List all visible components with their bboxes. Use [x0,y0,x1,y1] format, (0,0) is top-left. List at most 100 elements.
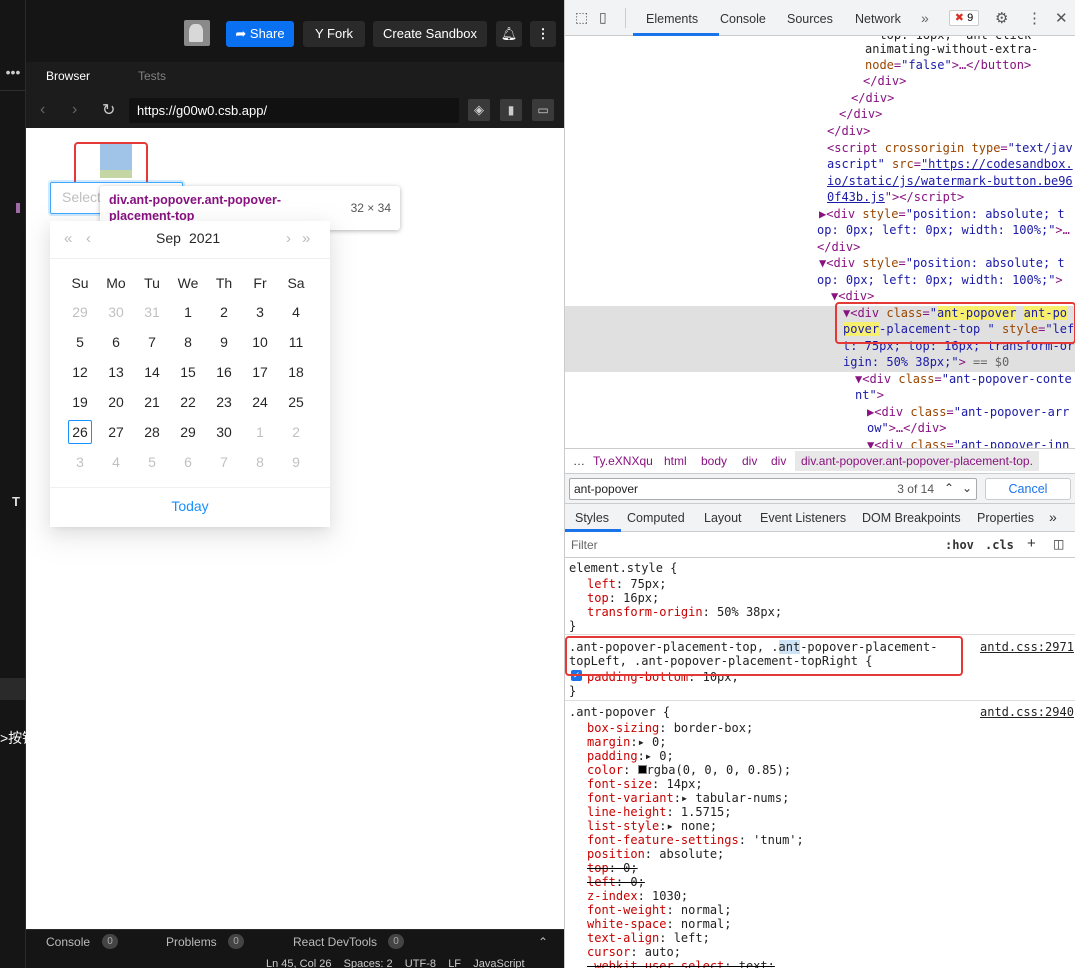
tab-browser[interactable]: Browser [46,69,90,83]
calendar-day[interactable]: 6 [98,330,134,354]
split-view-icon[interactable]: ▮ [500,99,522,121]
calendar-day[interactable]: 13 [98,360,134,384]
cls-button[interactable]: .cls [985,538,1014,552]
calendar-day[interactable]: 18 [278,360,314,384]
close-icon[interactable]: ✕ [1055,9,1068,27]
tab-console[interactable]: Console [720,12,766,26]
menu-icon[interactable]: ⋮ [530,21,556,47]
calendar-day[interactable]: 2 [206,300,242,324]
tab-computed[interactable]: Computed [627,511,685,525]
back-icon[interactable]: ‹ [40,101,45,119]
calendar-day[interactable]: 26 [68,420,92,444]
hov-button[interactable]: :hov [945,538,974,552]
calendar-day[interactable]: 5 [62,330,98,354]
tab-layout[interactable]: Layout [704,511,742,525]
codesandbox-icon[interactable]: ◈ [468,99,490,121]
url-input[interactable]: https://g00w0.csb.app/ [129,98,459,123]
calendar-day[interactable]: 3 [242,300,278,324]
today-button[interactable]: Today [50,498,330,514]
tab-elements[interactable]: Elements [646,12,698,26]
calendar-day[interactable]: 23 [206,390,242,414]
calendar-day[interactable]: 9 [206,330,242,354]
prev-year-icon[interactable]: « [64,230,72,247]
create-sandbox-button[interactable]: Create Sandbox [373,21,487,47]
filter-input[interactable]: Filter [571,538,598,552]
device-icon[interactable]: ▯ [599,9,607,26]
calendar-day[interactable]: 25 [278,390,314,414]
gear-icon[interactable]: ⚙ [995,9,1008,27]
calendar-day[interactable]: 15 [170,360,206,384]
calendar-day[interactable]: 1 [170,300,206,324]
console-tab[interactable]: Console [46,935,90,949]
tab-event-listeners[interactable]: Event Listeners [760,511,846,525]
rule-source-link[interactable]: antd.css:2971 [980,640,1074,654]
calendar-day[interactable]: 12 [62,360,98,384]
problems-tab[interactable]: Problems [166,935,217,949]
next-month-icon[interactable]: › [286,230,291,247]
cancel-button[interactable]: Cancel [985,478,1071,500]
weekday-header: Sa [287,275,305,291]
calendar-day[interactable]: 5 [134,450,170,474]
prev-month-icon[interactable]: ‹ [86,230,91,247]
calendar-day[interactable]: 24 [242,390,278,414]
calendar-day[interactable]: 31 [134,300,170,324]
react-devtools-tab[interactable]: React DevTools [293,935,377,949]
more-tabs-icon[interactable]: » [1049,509,1057,525]
tab-styles[interactable]: Styles [575,511,609,525]
search-up-icon[interactable]: ⌃ [944,481,954,495]
rule-source-link[interactable]: antd.css:2940 [980,705,1074,719]
refresh-icon[interactable]: ↻ [102,100,115,120]
calendar-day[interactable]: 28 [134,420,170,444]
error-badge[interactable]: ✖ 9 [949,10,979,26]
calendar-day[interactable]: 7 [206,450,242,474]
calendar-day[interactable]: 8 [170,330,206,354]
bell-icon[interactable]: 🔔︎ [496,21,522,47]
month-label[interactable]: Sep [156,230,181,246]
year-label[interactable]: 2021 [189,230,220,246]
tab-dom-breakpoints[interactable]: DOM Breakpoints [862,511,961,525]
search-down-icon[interactable]: ⌄ [962,481,972,495]
forward-icon[interactable]: › [72,101,77,119]
new-window-icon[interactable]: ▭ [532,99,554,121]
calendar-day[interactable]: 4 [278,300,314,324]
calendar-day[interactable]: 19 [62,390,98,414]
calendar-day[interactable]: 10 [242,330,278,354]
share-button[interactable]: ➦ Share [226,21,294,47]
tab-properties[interactable]: Properties [977,511,1034,525]
calendar-day[interactable]: 3 [62,450,98,474]
calendar-day[interactable]: 9 [278,450,314,474]
calendar-day[interactable]: 27 [98,420,134,444]
more-icon[interactable]: ••• [0,65,26,82]
fork-button[interactable]: Y Fork [303,21,365,47]
dom-search-input[interactable]: ant-popover 3 of 14 ⌃ ⌄ [569,478,977,500]
calendar-day[interactable]: 1 [242,420,278,444]
calendar-day[interactable]: 8 [242,450,278,474]
calendar-day[interactable]: 14 [134,360,170,384]
avatar[interactable] [184,20,210,46]
calendar-day[interactable]: 21 [134,390,170,414]
calendar-day[interactable]: 17 [242,360,278,384]
more-tabs-icon[interactable]: » [921,10,929,26]
next-year-icon[interactable]: » [302,230,310,247]
calendar-day[interactable]: 20 [98,390,134,414]
calendar-day[interactable]: 6 [170,450,206,474]
calendar-day[interactable]: 7 [134,330,170,354]
calendar-day[interactable]: 4 [98,450,134,474]
tab-network[interactable]: Network [855,12,901,26]
calendar-day[interactable]: 29 [62,300,98,324]
calendar-day[interactable]: 2 [278,420,314,444]
calendar-day[interactable]: 16 [206,360,242,384]
calendar-day[interactable]: 22 [170,390,206,414]
add-rule-icon[interactable]: + [1027,535,1036,552]
tab-sources[interactable]: Sources [787,12,833,26]
calendar-day[interactable]: 11 [278,330,314,354]
tab-tests[interactable]: Tests [138,69,166,83]
kebab-icon[interactable]: ⋮ [1027,9,1042,27]
calendar-day[interactable]: 30 [206,420,242,444]
chevron-up-icon[interactable]: ⌃ [538,935,548,949]
devtools-toolbar: ⬚ ▯ Elements Console Sources Network » ✖… [565,0,1075,36]
calendar-day[interactable]: 30 [98,300,134,324]
inspect-icon[interactable]: ⬚ [575,9,588,26]
calendar-day[interactable]: 29 [170,420,206,444]
sidebar-toggle-icon[interactable]: ◫ [1053,537,1064,551]
